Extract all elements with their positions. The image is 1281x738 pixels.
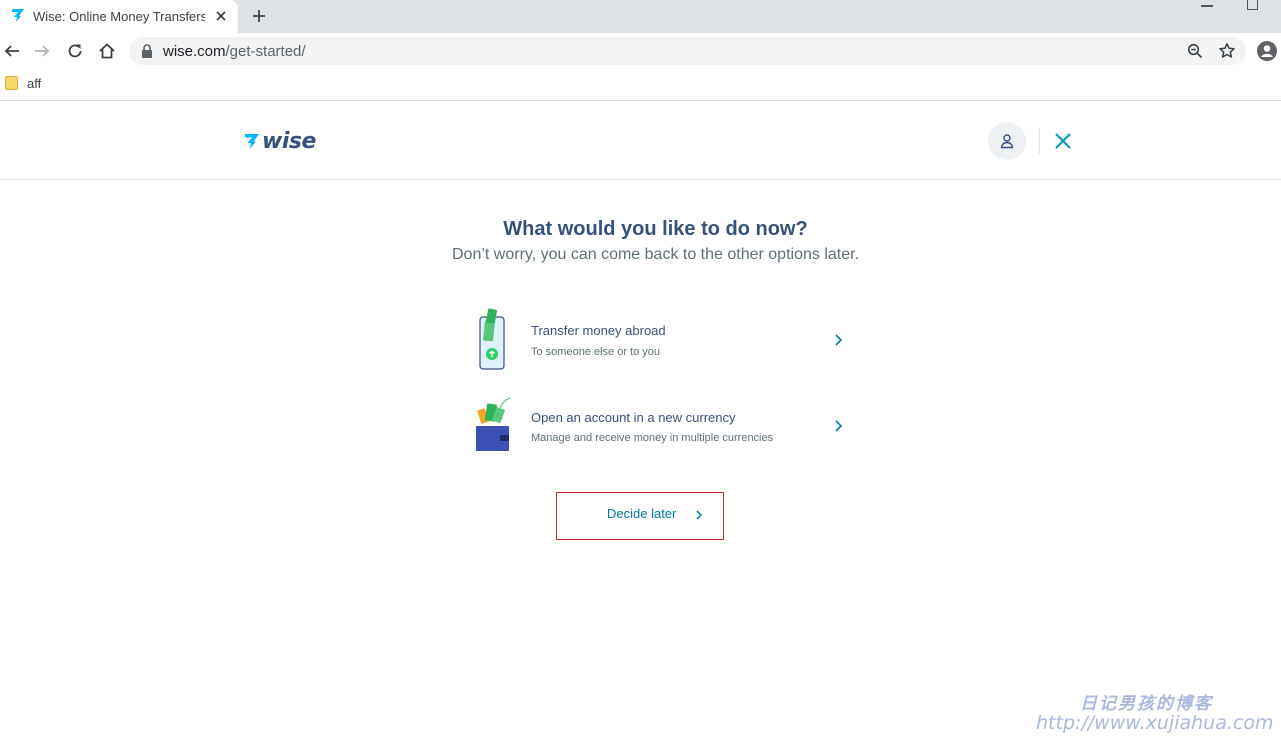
reload-icon[interactable] <box>66 42 84 60</box>
chevron-right-icon <box>835 334 843 346</box>
wise-flag-icon <box>245 134 259 149</box>
chevron-right-icon <box>696 510 703 520</box>
tab-close-icon[interactable] <box>213 8 229 24</box>
user-icon <box>1000 134 1014 149</box>
decide-later-button[interactable]: Decide later <box>556 492 724 540</box>
url-host: wise.com <box>163 43 226 60</box>
phone-money-illustration <box>479 308 505 370</box>
bookmark-star-icon[interactable] <box>1218 42 1236 60</box>
site-header: wise <box>0 102 1281 180</box>
tab-strip: Wise: Online Money Transfers <box>0 0 1281 33</box>
wise-favicon-icon <box>12 9 24 22</box>
bookmarks-bar: aff <box>0 69 1281 101</box>
folder-icon <box>5 76 18 90</box>
chevron-right-icon <box>835 420 843 432</box>
header-divider <box>1039 128 1040 154</box>
back-arrow-icon[interactable] <box>3 42 21 60</box>
address-bar[interactable]: wise.com/get-started/ <box>129 37 1246 65</box>
option-description: Manage and receive money in multiple cur… <box>531 432 774 444</box>
wise-logo[interactable]: wise <box>244 128 316 154</box>
wallet-illustration <box>476 397 511 451</box>
watermark-url: http://www.xujiahua.com <box>1036 712 1274 734</box>
option-description: To someone else or to you <box>531 346 661 358</box>
browser-toolbar: wise.com/get-started/ <box>0 33 1281 69</box>
logo-text: wise <box>262 128 316 154</box>
option-open-account[interactable]: Open an account in a new currency Manage… <box>470 394 850 464</box>
page-content: wise What would you like to do now? Don’… <box>0 102 1281 738</box>
forward-arrow-icon[interactable] <box>33 42 51 60</box>
watermark-chinese: 日记男孩的博客 <box>1080 694 1213 714</box>
zoom-icon[interactable] <box>1187 43 1203 59</box>
option-title: Transfer money abroad <box>531 323 666 338</box>
page-title: What would you like to do now? <box>503 218 808 240</box>
window-minimize-icon[interactable] <box>1201 5 1213 7</box>
home-icon[interactable] <box>98 42 116 60</box>
browser-tab[interactable]: Wise: Online Money Transfers <box>0 0 238 33</box>
url-text[interactable]: wise.com/get-started/ <box>163 43 306 60</box>
account-button[interactable] <box>988 122 1026 160</box>
page-subtitle: Don’t worry, you can come back to the ot… <box>451 246 860 263</box>
option-title: Open an account in a new currency <box>531 410 736 425</box>
url-path: /get-started/ <box>225 43 306 60</box>
option-transfer-money[interactable]: Transfer money abroad To someone else or… <box>470 307 850 377</box>
tab-title: Wise: Online Money Transfers <box>33 9 205 24</box>
window-maximize-icon[interactable] <box>1247 0 1258 10</box>
bookmark-aff[interactable]: aff <box>27 76 41 91</box>
new-tab-icon[interactable] <box>250 7 268 25</box>
profile-icon[interactable] <box>1257 41 1277 61</box>
lock-icon[interactable] <box>141 44 153 58</box>
decide-later-label: Decide later <box>607 506 677 521</box>
close-icon[interactable] <box>1053 131 1073 151</box>
